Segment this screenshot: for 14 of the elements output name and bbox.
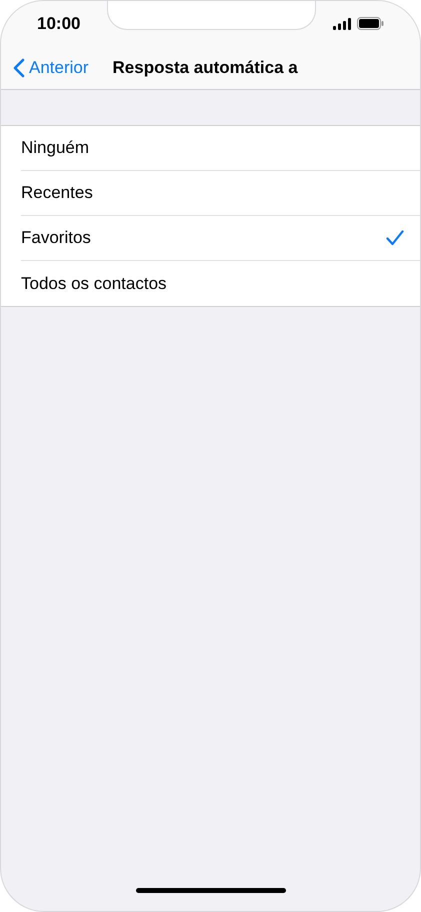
option-label: Recentes xyxy=(21,182,94,204)
page-title: Resposta automática a xyxy=(112,56,298,79)
option-row[interactable]: Favoritos xyxy=(1,216,420,261)
option-row[interactable]: Todos os contactos xyxy=(1,261,420,306)
option-label: Ninguém xyxy=(21,137,90,160)
option-row[interactable]: Ninguém xyxy=(1,126,420,171)
status-time: 10:00 xyxy=(37,12,80,35)
signal-icon xyxy=(333,18,352,30)
option-row[interactable]: Recentes xyxy=(1,171,420,216)
option-label: Todos os contactos xyxy=(21,272,168,295)
back-button[interactable]: Anterior xyxy=(1,54,89,80)
option-label: Favoritos xyxy=(21,227,92,250)
battery-icon xyxy=(357,17,384,30)
chevron-left-icon xyxy=(13,58,25,78)
